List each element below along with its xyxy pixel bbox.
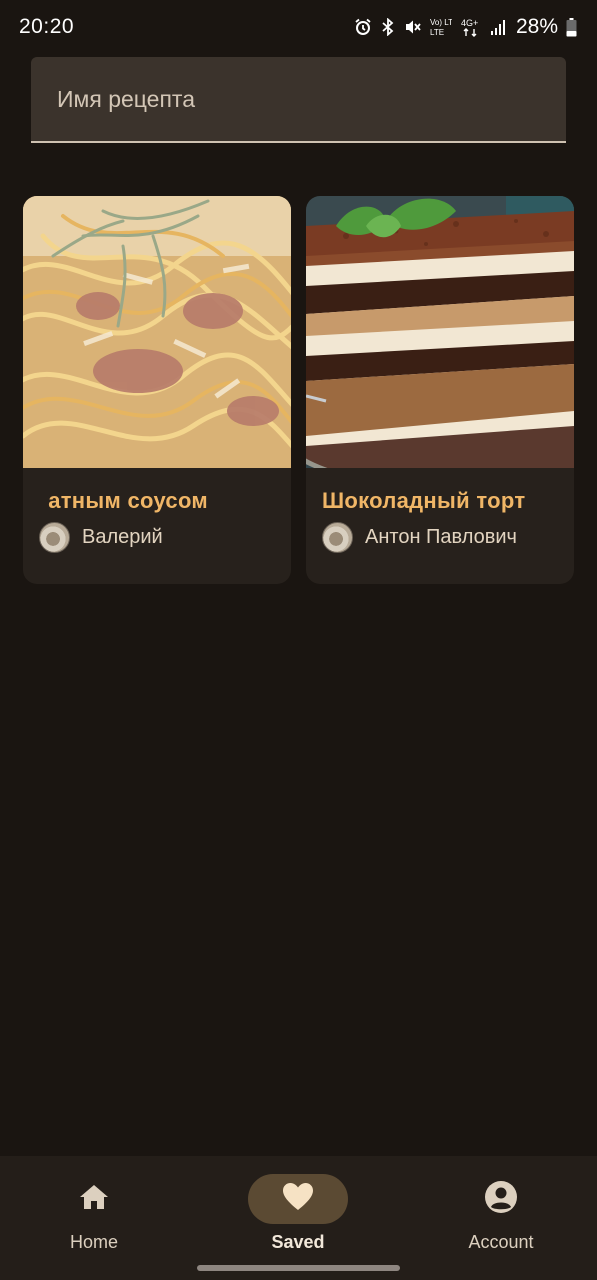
svg-text:Vo) LTE: Vo) LTE: [430, 18, 452, 27]
nav-account-indicator: [451, 1174, 551, 1224]
nav-saved-indicator: [248, 1174, 348, 1224]
heart-icon: [282, 1182, 314, 1217]
nav-home-indicator: [44, 1174, 144, 1224]
author-name: Антон Павлович: [365, 526, 517, 548]
recipe-name-search-field[interactable]: [31, 57, 566, 143]
status-bar: 20:20 Vo) LTELTE 4G+ 28%: [0, 0, 597, 54]
recipe-card[interactable]: атным соусом Валерий: [23, 196, 291, 584]
recipe-author: Валерий: [39, 522, 163, 553]
volte-icon: Vo) LTELTE: [430, 17, 452, 37]
nav-saved-label: Saved: [271, 1232, 325, 1252]
recipe-author: Антон Павлович: [322, 522, 517, 553]
network-4g-icon: 4G+: [460, 17, 482, 37]
system-home-indicator[interactable]: [197, 1265, 400, 1271]
battery-percent: 28%: [515, 15, 558, 38]
status-icons: Vo) LTELTE 4G+ 28%: [354, 15, 577, 39]
nav-account-label: Account: [468, 1232, 534, 1252]
bottom-navigation: Home Saved Account: [0, 1156, 597, 1280]
nav-home-label: Home: [69, 1232, 118, 1252]
recipe-title: атным соусом: [48, 488, 208, 513]
pasta-photo: [23, 196, 291, 468]
nav-saved[interactable]: Saved: [223, 1174, 373, 1264]
avatar: [322, 522, 353, 553]
nav-account[interactable]: Account: [426, 1174, 576, 1264]
home-icon: [78, 1183, 110, 1216]
svg-text:LTE: LTE: [430, 28, 444, 37]
svg-text:4G+: 4G+: [461, 18, 478, 28]
account-circle-icon: [484, 1180, 518, 1219]
status-time: 20:20: [19, 15, 75, 38]
signal-icon: [490, 18, 506, 36]
author-name: Валерий: [82, 526, 163, 548]
mute-icon: [404, 18, 422, 36]
recipe-title: Шоколадный торт: [322, 488, 526, 513]
bluetooth-icon: [380, 18, 396, 36]
nav-home[interactable]: Home: [19, 1174, 169, 1264]
recipe-card[interactable]: Шоколадный торт Антон Павлович: [306, 196, 574, 584]
alarm-icon: [354, 18, 372, 36]
recipe-name-input[interactable]: [31, 57, 566, 141]
avatar: [39, 522, 70, 553]
battery-icon: [566, 17, 577, 37]
tiramisu-cake-photo: [306, 196, 574, 468]
